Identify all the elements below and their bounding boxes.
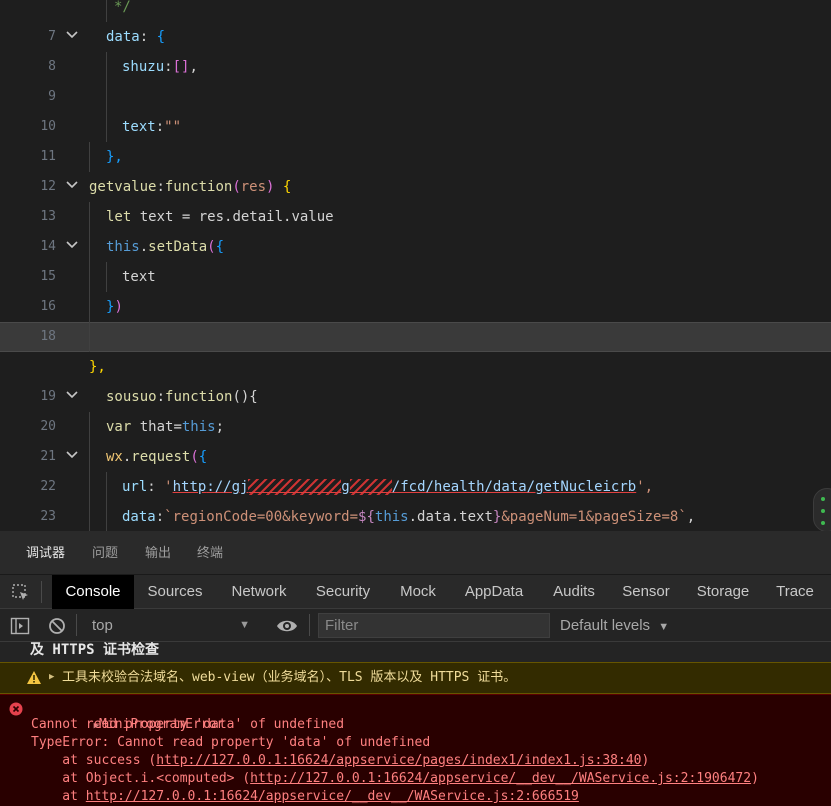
console-toolbar: top ▼ Default levels ▼ [0,609,831,642]
clear-console-icon[interactable] [47,616,67,636]
stack-link-2[interactable]: http://127.0.0.1:16624/appservice/__dev_… [250,771,751,786]
stack-frame-1: at success (http://127.0.0.1:16624/appse… [31,753,650,768]
stack-frame-3: at http://127.0.0.1:16624/appservice/__d… [31,789,579,804]
code-line-22[interactable]: 22 wx.request({ [0,442,831,494]
code-line-15[interactable]: 15 this.setData({ [0,232,831,284]
console-messages: 及 HTTPS 证书检查 ▶ 工具未校验合法域名、web-view（业务域名）、… [0,642,831,806]
tab-network[interactable]: Network [222,575,296,609]
line-number: 18 [40,329,56,344]
tab-security[interactable]: Security [308,575,378,609]
inspect-element-icon[interactable] [12,584,30,602]
console-message-partial: 及 HTTPS 证书检查 [0,642,831,660]
panel-tab-bar: 调试器 问题 输出 终端 [0,531,831,575]
code-line-10[interactable]: 10 [0,82,831,134]
code-line-20[interactable]: 20 sousuo:function(){ [0,382,831,434]
tab-mock[interactable]: Mock [392,575,444,609]
code-line-19[interactable]: 19 }, [0,352,831,404]
redacted-scribble: xxxxx [349,479,392,495]
fold-chevron-down-icon[interactable] [62,442,82,472]
tab-debugger[interactable]: 调试器 [26,531,65,575]
tab-console[interactable]: Console [52,575,134,609]
stack-link-1[interactable]: http://127.0.0.1:16624/appservice/pages/… [156,753,641,768]
bottom-panel: 调试器 问题 输出 终端 Console Sources Network Sec… [0,531,831,806]
code-editor[interactable]: 7 */ 8 data: { 9 shuzu:[], 10 11 text:""… [0,0,831,531]
stack-frame-2: at Object.i.<computed> (http://127.0.0.1… [31,771,759,786]
context-select[interactable]: top ▼ [86,614,256,637]
fold-chevron-down-icon[interactable] [62,172,82,202]
request-url[interactable]: http://gjxxxxxxxxxxxgxxxxx/fcd/health/da… [173,479,636,495]
tab-terminal[interactable]: 终端 [197,531,223,575]
code-line-17[interactable]: 17 }) [0,292,831,344]
warning-icon [26,670,42,686]
fold-chevron-down-icon[interactable] [62,382,82,412]
console-error[interactable]: ▶MiniProgramError Cannot read property '… [0,694,831,806]
error-typeerror: TypeError: Cannot read property 'data' o… [31,735,431,750]
tab-sources[interactable]: Sources [141,575,209,609]
tab-sensor[interactable]: Sensor [617,575,675,609]
tab-audits[interactable]: Audits [546,575,602,609]
error-icon [9,701,23,716]
eye-icon[interactable] [276,616,298,636]
caret-down-icon: ▼ [658,621,670,633]
tab-trace[interactable]: Trace [770,575,820,609]
stack-link-3[interactable]: http://127.0.0.1:16624/appservice/__dev_… [86,789,579,804]
fold-chevron-down-icon[interactable] [62,22,82,52]
warning-text: 工具未校验合法域名、web-view（业务域名）、TLS 版本以及 HTTPS … [62,670,517,685]
levels-label: Default levels [560,617,651,634]
filter-input[interactable] [318,613,550,638]
console-warning[interactable]: ▶ 工具未校验合法域名、web-view（业务域名）、TLS 版本以及 HTTP… [0,662,831,694]
code-line-7[interactable]: 7 */ [0,0,831,44]
code-line-11[interactable]: 11 text:"" [0,112,831,164]
code-line-9[interactable]: 9 shuzu:[], [0,52,831,104]
tab-storage[interactable]: Storage [690,575,756,609]
tab-output[interactable]: 输出 [145,531,171,575]
code-line-12[interactable]: 12 }, [0,142,831,194]
error-message: Cannot read property 'data' of undefined [31,717,345,732]
code-line-21[interactable]: 21 var that=this; [0,412,831,464]
tab-appdata[interactable]: AppData [458,575,530,609]
floating-action-widget[interactable] [813,488,831,531]
comment-end: */ [114,0,131,15]
tab-problems[interactable]: 问题 [92,531,118,575]
code-line-16[interactable]: 16 text [0,262,831,314]
default-levels-dropdown[interactable]: Default levels ▼ [560,614,669,637]
code-line-23[interactable]: 23 url: 'http://gjxxxxxxxxxxxgxxxxx/fcd/… [0,472,831,524]
code-line-14[interactable]: 14 let text = res.detail.value [0,202,831,254]
devtools-tab-bar: Console Sources Network Security Mock Ap… [0,575,831,609]
expand-triangle-icon[interactable]: ▶ [49,672,54,682]
code-line-8[interactable]: 8 data: { [0,22,831,74]
redacted-scribble: xxxxxxxxxxx [248,479,342,495]
caret-down-icon: ▼ [239,619,250,631]
code-line-18-current[interactable]: 18 [0,322,831,352]
code-line-24[interactable]: 24 data:`regionCode=00&keyword=${this.da… [0,502,831,531]
sidebar-toggle-icon[interactable] [10,616,30,636]
context-value: top [92,617,113,634]
fold-chevron-down-icon[interactable] [62,232,82,262]
code-line-13[interactable]: 13 getvalue:function(res) { [0,172,831,224]
